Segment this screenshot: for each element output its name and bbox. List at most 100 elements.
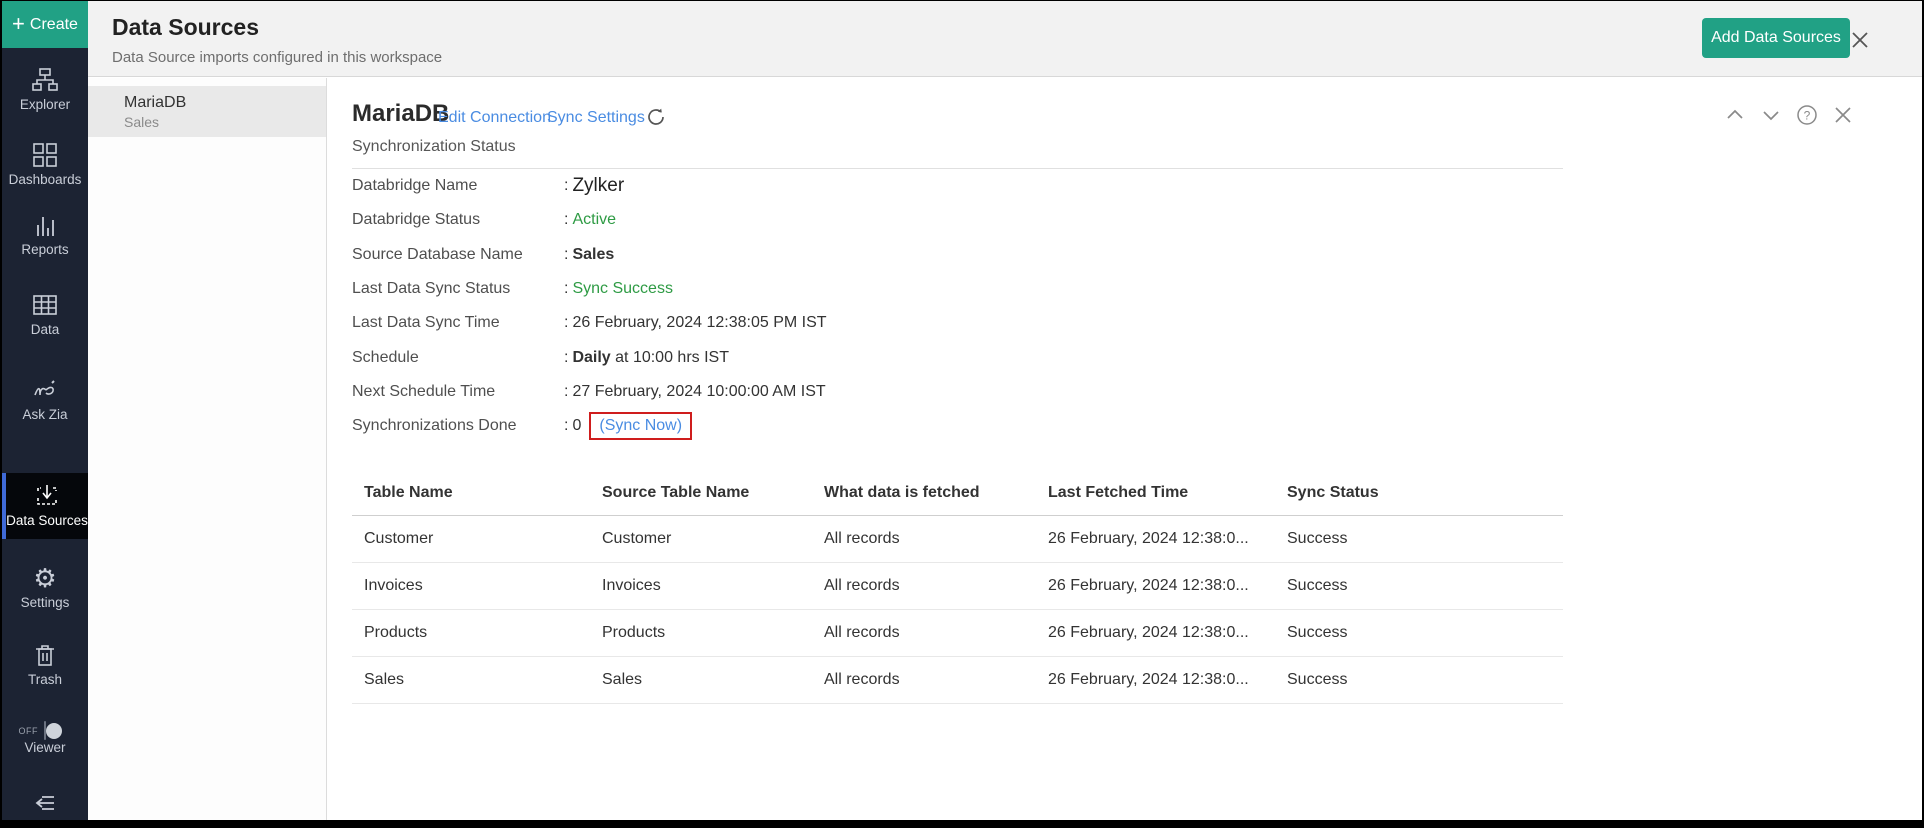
sidebar-item-reports[interactable]: Reports — [2, 212, 88, 258]
table-cell: Sales — [590, 657, 812, 704]
sidebar-item-settings[interactable]: ⚙ Settings — [2, 565, 88, 611]
table-column-header: Sync Status — [1275, 471, 1563, 516]
svg-text:?: ? — [1804, 109, 1811, 123]
sidebar-item-trash[interactable]: Trash — [2, 642, 88, 688]
status-row: Source Database Name:Sales — [352, 243, 614, 267]
status-value-text: Daily — [572, 349, 610, 367]
table-cell: Success — [1275, 563, 1563, 610]
sidebar-item-data[interactable]: Data — [2, 292, 88, 338]
table-cell: All records — [812, 610, 1036, 657]
refresh-icon[interactable] — [645, 106, 667, 128]
status-row: Next Schedule Time:27 February, 2024 10:… — [352, 380, 826, 404]
toggle-knob — [46, 723, 62, 739]
viewer-toggle[interactable]: OFF — [44, 721, 46, 740]
edit-connection-link[interactable]: Edit Connection — [438, 109, 551, 127]
sidebar-item-ask-zia[interactable]: Ask Zia — [2, 377, 88, 423]
table-row[interactable]: InvoicesInvoicesAll records26 February, … — [352, 563, 1563, 610]
prev-source-icon[interactable] — [1724, 104, 1746, 126]
page-header: Data Sources Data Source imports configu… — [88, 1, 1922, 77]
toggle-state-label: OFF — [19, 726, 39, 736]
status-label: Databridge Name — [352, 177, 564, 195]
table-cell: 26 February, 2024 12:38:0... — [1036, 516, 1275, 563]
sidebar-item-explorer[interactable]: Explorer — [2, 67, 88, 113]
status-value-text: Zylker — [572, 175, 624, 197]
source-name: MariaDB — [124, 93, 326, 113]
status-value: :27 February, 2024 10:00:00 AM IST — [564, 383, 826, 401]
table-row[interactable]: CustomerCustomerAll records26 February, … — [352, 516, 1563, 563]
status-value: :26 February, 2024 12:38:05 PM IST — [564, 314, 827, 332]
plus-icon: + — [12, 13, 25, 35]
table-column-header: Source Table Name — [590, 471, 812, 516]
sidebar-item-viewer[interactable]: OFF Viewer — [2, 722, 88, 756]
status-row: Databridge Status:Active — [352, 208, 616, 232]
source-workspace: Sales — [124, 113, 326, 132]
section-label: Synchronization Status — [352, 138, 516, 156]
table-cell: Success — [1275, 610, 1563, 657]
table-row[interactable]: ProductsProductsAll records26 February, … — [352, 610, 1563, 657]
data-icon — [31, 292, 59, 318]
sync-status-list: Databridge Name:ZylkerDatabridge Status:… — [352, 174, 1352, 442]
status-label: Schedule — [352, 349, 564, 367]
table-cell: 26 February, 2024 12:38:0... — [1036, 610, 1275, 657]
detail-toolbar: ? — [1724, 104, 1854, 126]
colon: : — [564, 211, 568, 229]
table-cell: 26 February, 2024 12:38:0... — [1036, 657, 1275, 704]
data-sources-icon — [33, 483, 61, 509]
status-value: :0(Sync Now) — [564, 412, 692, 440]
status-label: Last Data Sync Status — [352, 280, 564, 298]
table-column-header: What data is fetched — [812, 471, 1036, 516]
table-cell: Invoices — [590, 563, 812, 610]
status-value: :Sync Success — [564, 280, 673, 298]
status-label: Next Schedule Time — [352, 383, 564, 401]
source-detail-panel: MariaDB Edit Connection Sync Settings ? — [328, 78, 1922, 820]
status-label: Source Database Name — [352, 246, 564, 264]
table-cell: Success — [1275, 657, 1563, 704]
dashboards-icon — [31, 142, 59, 168]
add-data-sources-button[interactable]: Add Data Sources — [1702, 18, 1850, 58]
colon: : — [564, 417, 568, 435]
source-list-item-mariadb[interactable]: MariaDB Sales — [88, 86, 326, 137]
status-value: :Daily at 10:00 hrs IST — [564, 349, 729, 367]
table-cell: Success — [1275, 516, 1563, 563]
colon: : — [564, 349, 568, 367]
table-header-row: Table NameSource Table NameWhat data is … — [352, 471, 1563, 516]
annotation-box: (Sync Now) — [589, 412, 692, 440]
explorer-icon — [31, 67, 59, 93]
page-title: Data Sources — [112, 14, 259, 41]
create-label: Create — [30, 16, 78, 34]
source-detail-title: MariaDB — [352, 100, 449, 128]
detail-close-icon[interactable] — [1832, 104, 1854, 126]
header-close-icon[interactable] — [1848, 28, 1872, 52]
sidebar-item-data-sources[interactable]: Data Sources — [2, 473, 88, 539]
section-divider — [352, 168, 1563, 169]
page-subtitle: Data Source imports configured in this w… — [112, 49, 442, 66]
table-cell: Invoices — [352, 563, 590, 610]
collapse-sidebar-button[interactable] — [2, 792, 88, 822]
app-window: + Create Explorer Dashboards — [0, 0, 1924, 828]
status-value-text: 27 February, 2024 10:00:00 AM IST — [572, 383, 825, 401]
status-value-text: at 10:00 hrs IST — [611, 349, 729, 367]
settings-gear-icon: ⚙ — [31, 565, 59, 591]
tables-sync-table: Table NameSource Table NameWhat data is … — [352, 471, 1563, 704]
table-cell: All records — [812, 516, 1036, 563]
status-row: Schedule:Daily at 10:00 hrs IST — [352, 346, 729, 370]
status-label: Synchronizations Done — [352, 417, 564, 435]
help-icon[interactable]: ? — [1796, 104, 1818, 126]
status-value: :Sales — [564, 246, 614, 264]
status-label: Databridge Status — [352, 211, 564, 229]
sync-now-link[interactable]: (Sync Now) — [599, 417, 682, 435]
status-value: :Active — [564, 211, 616, 229]
data-source-list-panel: MariaDB Sales — [88, 78, 327, 820]
sync-settings-link[interactable]: Sync Settings — [547, 109, 645, 127]
next-source-icon[interactable] — [1760, 104, 1782, 126]
status-value-text: Sales — [572, 246, 614, 264]
colon: : — [564, 314, 568, 332]
ask-zia-icon — [31, 377, 59, 403]
reports-icon — [31, 212, 59, 238]
create-button[interactable]: + Create — [2, 1, 88, 48]
table-cell: All records — [812, 657, 1036, 704]
table-row[interactable]: SalesSalesAll records26 February, 2024 1… — [352, 657, 1563, 704]
table-cell: Products — [352, 610, 590, 657]
sidebar-item-dashboards[interactable]: Dashboards — [2, 142, 88, 188]
status-label: Last Data Sync Time — [352, 314, 564, 332]
